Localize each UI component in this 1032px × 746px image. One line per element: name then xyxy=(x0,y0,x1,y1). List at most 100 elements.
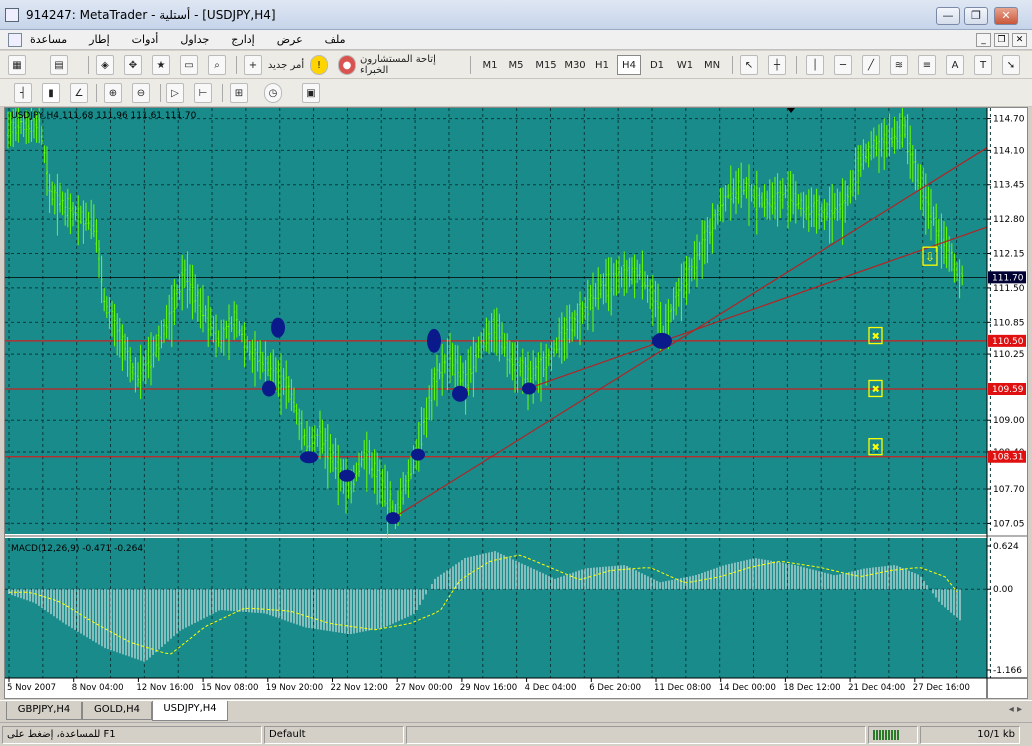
pivot-marker xyxy=(386,512,400,525)
expert-advisors-button[interactable]: إتاحة المستشارون الخبراء xyxy=(360,54,466,76)
menu-help[interactable]: مساعدة xyxy=(30,32,67,48)
terminal-icon[interactable]: ▭ xyxy=(180,55,198,75)
chart-canvas[interactable]: ✖ ✖ ✖ ⇩ 114.70 114.10 113.45 112.80 112.15 111.5… xyxy=(5,108,1027,698)
y-tick-label: 110.85 xyxy=(993,318,1025,328)
line-chart-icon[interactable]: ∠ xyxy=(70,83,88,103)
signal-cross-icon: ✖ xyxy=(872,332,880,343)
pivot-marker xyxy=(339,469,355,482)
zoom-out-icon[interactable]: ⊖ xyxy=(132,83,150,103)
new-order-icon[interactable]: + xyxy=(244,55,262,75)
x-tick-label: 22 Nov 12:00 xyxy=(331,683,388,693)
x-tick-label: 5 Nov 2007 xyxy=(7,683,56,693)
y-tick-label: 107.70 xyxy=(993,485,1025,495)
x-tick-label: 4 Dec 04:00 xyxy=(525,683,577,693)
period-m15[interactable]: M15 xyxy=(532,55,560,75)
period-m30[interactable]: M30 xyxy=(561,55,589,75)
x-tick-label: 19 Nov 20:00 xyxy=(266,683,323,693)
text-tool[interactable]: A xyxy=(946,55,964,75)
y-tick-label: 113.45 xyxy=(993,181,1025,191)
period-h4[interactable]: H4 xyxy=(617,55,641,75)
menu-file[interactable]: ملف xyxy=(325,32,346,48)
maximize-button[interactable]: ❐ xyxy=(964,7,988,25)
y-tick-label: 110.25 xyxy=(993,350,1025,360)
period-d1[interactable]: D1 xyxy=(645,55,669,75)
sell-arrow-icon: ⇩ xyxy=(925,250,935,264)
menu-view[interactable]: عرض xyxy=(277,32,303,48)
level-price-label: 108.31 xyxy=(992,453,1024,463)
menu-charts[interactable]: جداول xyxy=(180,32,209,48)
child-restore-button[interactable]: ❐ xyxy=(994,33,1009,47)
tab-scroll-arrows[interactable]: ◂ ▸ xyxy=(1009,704,1022,715)
macd-header: MACD(12,26,9) -0.471 -0.264 xyxy=(11,544,143,554)
templates-icon[interactable]: ▣ xyxy=(302,83,320,103)
strategy-tester-icon[interactable]: ⌕ xyxy=(208,55,226,75)
menu-insert[interactable]: إدارج xyxy=(231,32,254,48)
macd-pane-background xyxy=(5,538,987,678)
status-help: للمساعدة، إضغط على F1 xyxy=(2,726,262,744)
main-pane-background xyxy=(5,108,987,534)
x-tick-label: 29 Nov 16:00 xyxy=(460,683,517,693)
level-price-label: 110.50 xyxy=(992,337,1024,347)
pivot-marker xyxy=(271,317,285,338)
period-mn[interactable]: MN xyxy=(700,55,724,75)
vertical-line-icon[interactable]: │ xyxy=(806,55,824,75)
period-m5[interactable]: M5 xyxy=(504,55,528,75)
chart-shift-icon[interactable]: ⊢ xyxy=(194,83,212,103)
minimize-button[interactable]: — xyxy=(936,7,960,25)
y-tick-label: 111.50 xyxy=(993,284,1025,294)
chart-header: USDJPY,H4 111.68 111.96 111.61 111.70 xyxy=(11,111,197,121)
macd-tick-label: 0.624 xyxy=(993,542,1019,552)
periods-icon[interactable]: ◷ xyxy=(264,83,282,103)
tab-gbpjpy[interactable]: GBPJPY,H4 xyxy=(6,702,82,720)
close-button[interactable]: ✕ xyxy=(994,7,1018,25)
period-h1[interactable]: H1 xyxy=(590,55,614,75)
crosshair-icon[interactable]: ┼ xyxy=(768,55,786,75)
current-price-label: 111.70 xyxy=(992,273,1024,283)
indicators-icon[interactable]: ⊞ xyxy=(230,83,248,103)
fibonacci-icon[interactable]: ≡ xyxy=(918,55,936,75)
cursor-icon[interactable]: ↖ xyxy=(740,55,758,75)
candlestick-icon[interactable]: ▮ xyxy=(42,83,60,103)
tab-usdjpy[interactable]: USDJPY,H4 xyxy=(152,701,228,721)
profiles-icon[interactable]: ▤ xyxy=(50,55,68,75)
navigator-icon[interactable]: ✥ xyxy=(124,55,142,75)
tab-gold[interactable]: GOLD,H4 xyxy=(82,702,152,720)
x-tick-label: 11 Dec 08:00 xyxy=(654,683,711,693)
experts-icon[interactable]: ● xyxy=(338,55,356,75)
signal-cross-icon: ✖ xyxy=(872,384,880,395)
y-tick-label: 114.10 xyxy=(993,146,1025,156)
app-icon xyxy=(5,8,19,22)
status-empty xyxy=(406,726,866,744)
x-tick-label: 18 Dec 12:00 xyxy=(783,683,840,693)
trendline-icon[interactable]: ╱ xyxy=(862,55,880,75)
status-bar: للمساعدة، إضغط على F1 Default 10/1 kb xyxy=(0,722,1032,746)
text-label-icon[interactable]: T xyxy=(974,55,992,75)
chart-window[interactable]: ✖ ✖ ✖ ⇩ 114.70 114.10 113.45 112.80 112.15 111.5… xyxy=(4,107,1028,699)
period-m1[interactable]: M1 xyxy=(478,55,502,75)
market-watch-icon[interactable]: ◈ xyxy=(96,55,114,75)
x-tick-label: 6 Dec 20:00 xyxy=(589,683,641,693)
zoom-in-icon[interactable]: ⊕ xyxy=(104,83,122,103)
y-tick-label: 114.70 xyxy=(993,115,1025,125)
menu-tools[interactable]: أدوات xyxy=(132,32,159,48)
child-close-button[interactable]: ✕ xyxy=(1012,33,1027,47)
pivot-marker xyxy=(300,451,318,464)
pivot-marker xyxy=(652,332,672,349)
y-tick-label: 112.15 xyxy=(993,250,1025,260)
menu-window[interactable]: إطار xyxy=(89,32,109,48)
channel-icon[interactable]: ≋ xyxy=(890,55,908,75)
horizontal-line-icon[interactable]: ─ xyxy=(834,55,852,75)
pivot-marker xyxy=(427,328,441,353)
charts-toolbar: ┤ ▮ ∠ ⊕ ⊖ ▷ ⊢ ⊞ ◷ ▣ xyxy=(0,79,1032,107)
new-chart-icon[interactable]: ▦ xyxy=(8,55,26,75)
auto-scroll-icon[interactable]: ▷ xyxy=(166,83,184,103)
warning-icon[interactable]: ! xyxy=(310,55,328,75)
period-w1[interactable]: W1 xyxy=(673,55,697,75)
child-minimize-button[interactable]: _ xyxy=(976,33,991,47)
connection-bars-icon xyxy=(868,726,918,744)
arrows-icon[interactable]: ➘ xyxy=(1002,55,1020,75)
bar-chart-icon[interactable]: ┤ xyxy=(14,83,32,103)
favorites-icon[interactable]: ★ xyxy=(152,55,170,75)
document-icon[interactable] xyxy=(8,33,22,47)
new-order-button[interactable]: أمر جديد xyxy=(266,55,306,75)
